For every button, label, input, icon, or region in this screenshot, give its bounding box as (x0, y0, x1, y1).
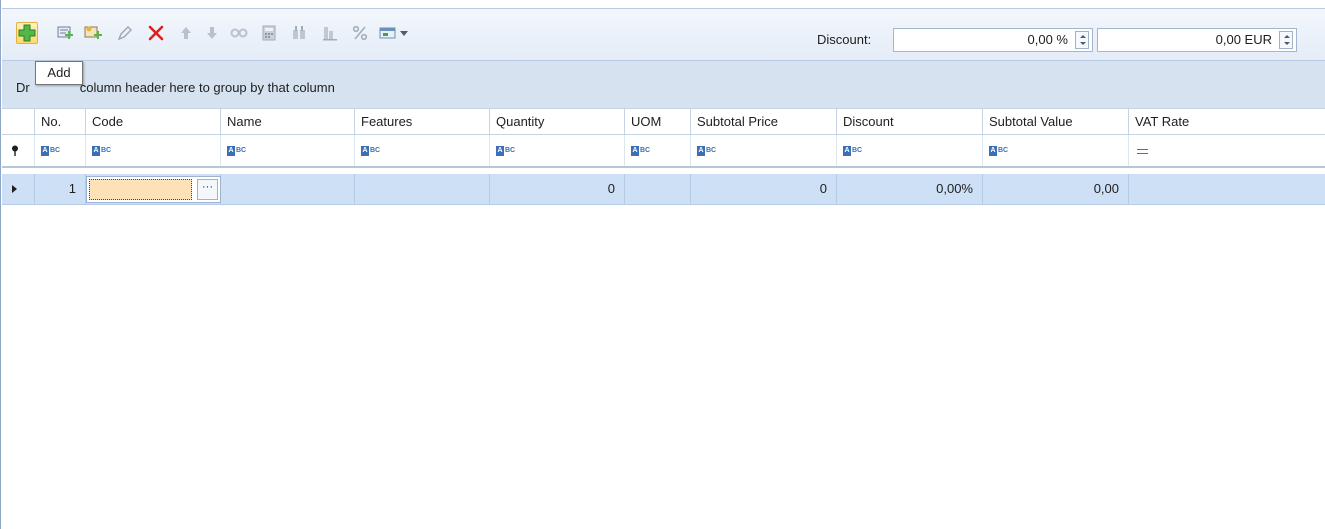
text-filter-icon: A BC (92, 146, 112, 156)
column-header-features[interactable]: Features (355, 109, 490, 135)
column-header-uom[interactable]: UOM (625, 109, 691, 135)
text-filter-icon: A BC (697, 146, 717, 156)
cell-features[interactable] (355, 174, 490, 204)
discount-percent-field[interactable]: 0,00 % (893, 28, 1093, 52)
move-down-icon[interactable] (201, 22, 223, 44)
add-icon[interactable] (16, 22, 38, 44)
text-filter-icon: A BC (361, 146, 381, 156)
group-by-hint-rest: column header here to group by that colu… (79, 80, 335, 95)
view-options-icon[interactable] (378, 22, 412, 44)
auto-filter-row: A BC A BC A BC A BC A BC A BC A BC A BC A BC (2, 135, 1325, 168)
column-header-vat-rate[interactable]: VAT Rate (1129, 109, 1325, 135)
column-header-no[interactable]: No. (35, 109, 86, 135)
cell-vat-rate[interactable] (1129, 174, 1325, 204)
add-tooltip: Add (35, 61, 83, 85)
move-up-icon[interactable] (175, 22, 197, 44)
text-filter-icon: A BC (496, 146, 516, 156)
code-lookup-button[interactable]: ··· (197, 179, 218, 200)
filter-cell-uom[interactable]: A BC (625, 135, 691, 166)
row-selector-header (2, 109, 35, 135)
pin-icon (12, 145, 18, 156)
code-editor[interactable]: ··· (86, 176, 221, 203)
items-toolbar: Discount: 0,00 % 0,00 EUR (2, 8, 1325, 60)
filter-cell-discount[interactable]: A BC (837, 135, 983, 166)
text-filter-icon: A BC (843, 146, 863, 156)
cell-discount[interactable]: 0,00% (837, 174, 983, 204)
add-new-item-icon[interactable] (82, 22, 104, 44)
calculator-icon[interactable] (258, 22, 280, 44)
group-by-hint-start: Dr (16, 80, 30, 95)
filter-cell-name[interactable]: A BC (221, 135, 355, 166)
column-header-subtotal-price[interactable]: Subtotal Price (691, 109, 837, 135)
cell-name[interactable] (221, 174, 355, 204)
filter-cell-no[interactable]: A BC (35, 135, 86, 166)
add-from-list-icon[interactable] (54, 22, 76, 44)
column-header-discount[interactable]: Discount (837, 109, 983, 135)
text-filter-icon: A BC (989, 146, 1009, 156)
discount-percent-spinner[interactable] (1075, 31, 1089, 49)
filter-cell-features[interactable]: A BC (355, 135, 490, 166)
text-filter-icon: A BC (227, 146, 247, 156)
current-row-arrow-icon (12, 185, 17, 193)
split-icon[interactable] (228, 22, 250, 44)
filter-cell-code[interactable]: A BC (86, 135, 221, 166)
grid-header-row: No. Code Name Features Quantity UOM Subt… (2, 108, 1325, 135)
equals-filter-icon (1137, 149, 1148, 154)
text-filter-icon: A BC (631, 146, 651, 156)
column-header-name[interactable]: Name (221, 109, 355, 135)
text-filter-icon: A BC (41, 146, 61, 156)
column-header-quantity[interactable]: Quantity (490, 109, 625, 135)
filter-cell-quantity[interactable]: A BC (490, 135, 625, 166)
discount-amount-field[interactable]: 0,00 EUR (1097, 28, 1297, 52)
cell-uom[interactable] (625, 174, 691, 204)
filter-cell-subtotal-price[interactable]: A BC (691, 135, 837, 166)
cell-no[interactable]: 1 (35, 174, 86, 204)
discount-label: Discount: (817, 32, 872, 47)
inventory-icon[interactable] (319, 22, 341, 44)
column-header-subtotal-value[interactable]: Subtotal Value (983, 109, 1129, 135)
cell-subtotal-price[interactable]: 0 (691, 174, 837, 204)
percent-icon[interactable] (349, 22, 371, 44)
discount-percent-value: 0,00 % (1027, 32, 1068, 47)
code-input[interactable] (89, 179, 192, 200)
cell-quantity[interactable]: 0 (490, 174, 625, 204)
delete-icon[interactable] (145, 22, 167, 44)
document-items-panel: Discount: 0,00 % 0,00 EUR Add Dr column h… (0, 0, 1325, 529)
row-indicator (2, 174, 35, 204)
edit-icon[interactable] (114, 22, 136, 44)
cell-subtotal-value[interactable]: 0,00 (983, 174, 1129, 204)
filter-row-indicator (2, 135, 35, 166)
discount-amount-spinner[interactable] (1279, 31, 1293, 49)
filter-cell-vat-rate[interactable] (1129, 135, 1325, 166)
group-by-panel[interactable]: Dr column header here to group by that co… (2, 60, 1325, 108)
column-header-code[interactable]: Code (86, 109, 221, 135)
discount-amount-value: 0,00 EUR (1215, 32, 1272, 47)
find-icon[interactable] (288, 22, 310, 44)
filter-cell-subtotal-value[interactable]: A BC (983, 135, 1129, 166)
